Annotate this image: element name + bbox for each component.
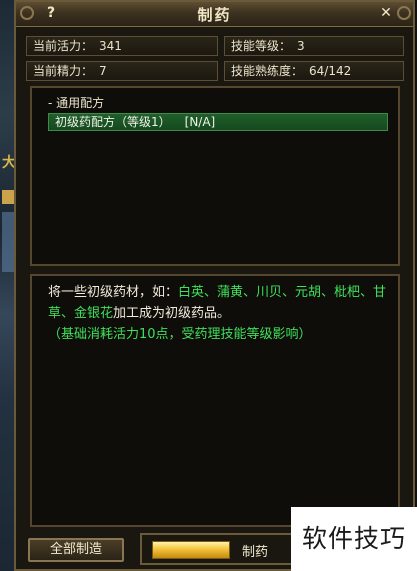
recipe-description: 将一些初级药材，如：白英、蒲黄、川贝、元胡、枇杷、甘草、金银花加工成为初级药品。… bbox=[48, 282, 393, 345]
skill-level-value: 3 bbox=[297, 39, 305, 53]
title-bar[interactable]: ? 制药 ✕ bbox=[16, 2, 413, 27]
recipe-list-panel: - 通用配方 初级药配方（等级1） [N/A] bbox=[30, 86, 400, 266]
skill-level-label: 技能等级： bbox=[231, 39, 292, 53]
skill-level-stat: 技能等级： 3 bbox=[224, 36, 404, 56]
energy-value: 7 bbox=[99, 64, 107, 78]
proficiency-stat: 技能熟练度： 64/142 bbox=[224, 61, 404, 81]
title-ornament-icon bbox=[397, 6, 411, 20]
make-button[interactable]: 制药 bbox=[242, 541, 268, 560]
medicine-crafting-window: ? 制药 ✕ 当前活力： 341 技能等级： 3 当前精力： 7 技能熟练度： 64/1… bbox=[14, 0, 415, 571]
proficiency-value: 64/142 bbox=[309, 64, 352, 78]
recipe-name: 初级药配方（等级1） bbox=[55, 115, 171, 129]
recipe-status: [N/A] bbox=[184, 115, 216, 129]
watermark-text: 软件技巧 bbox=[291, 507, 417, 571]
recipe-group-header[interactable]: - 通用配方 bbox=[48, 94, 104, 111]
vitality-stat: 当前活力： 341 bbox=[26, 36, 218, 56]
description-intro: 将一些初级药材，如： bbox=[48, 285, 179, 300]
vitality-value: 341 bbox=[99, 39, 122, 53]
make-progress-bar bbox=[152, 541, 230, 559]
make-all-button[interactable]: 全部制造 bbox=[28, 538, 124, 562]
description-note: （基础消耗活力10点，受药理技能等级影响） bbox=[48, 327, 312, 342]
energy-label: 当前精力： bbox=[33, 64, 94, 78]
vitality-label: 当前活力： bbox=[33, 39, 94, 53]
window-title: 制药 bbox=[197, 6, 232, 24]
recipe-item[interactable]: 初级药配方（等级1） [N/A] bbox=[48, 113, 388, 131]
recipe-description-panel: 将一些初级药材，如：白英、蒲黄、川贝、元胡、枇杷、甘草、金银花加工成为初级药品。… bbox=[30, 274, 400, 527]
description-outro: 加工成为初级药品。 bbox=[113, 306, 231, 321]
energy-stat: 当前精力： 7 bbox=[26, 61, 218, 81]
close-button[interactable]: ✕ bbox=[375, 4, 397, 22]
proficiency-label: 技能熟练度： bbox=[231, 64, 304, 78]
